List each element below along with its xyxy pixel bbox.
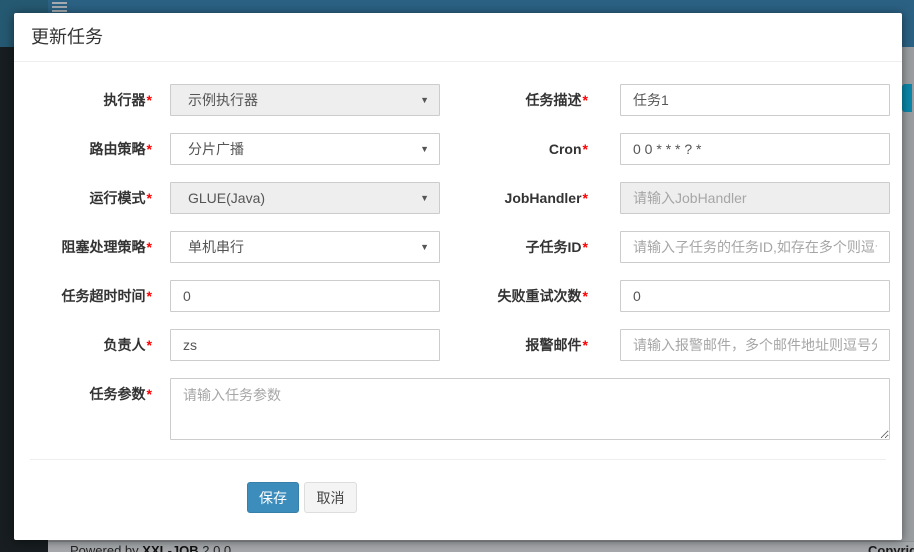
job-param-label: 任务参数* xyxy=(14,378,152,410)
child-jobid-input[interactable] xyxy=(620,231,890,263)
cron-input[interactable] xyxy=(620,133,890,165)
executor-label: 执行器* xyxy=(14,84,152,116)
timeout-label: 任务超时时间* xyxy=(14,280,152,312)
modal-header: 更新任务 xyxy=(14,13,902,62)
cron-label: Cron* xyxy=(388,133,588,165)
job-handler-label: JobHandler* xyxy=(388,182,588,214)
powered-by-text: Powered by XXL-JOB 2.0.0 xyxy=(70,543,231,552)
brand-name: XXL-JOB xyxy=(142,543,198,552)
author-label: 负责人* xyxy=(14,329,152,361)
glue-type-label: 运行模式* xyxy=(14,182,152,214)
fail-retry-label: 失败重试次数* xyxy=(388,280,588,312)
save-button[interactable]: 保存 xyxy=(247,482,299,513)
alarm-email-input[interactable] xyxy=(620,329,890,361)
route-strategy-label: 路由策略* xyxy=(14,133,152,165)
update-job-modal: 更新任务 执行器* 示例执行器 ▼ 任务描述* 路由策略* 分片广播 ▼ Cro… xyxy=(14,13,902,540)
footer-divider xyxy=(30,459,886,460)
copyright-text: Copyright © 2 xyxy=(868,543,914,552)
cancel-button[interactable]: 取消 xyxy=(304,482,357,513)
sidebar-toggle-button xyxy=(52,2,67,12)
page-footer: Powered by XXL-JOB 2.0.0 Copyright © 2 xyxy=(48,541,914,552)
child-jobid-label: 子任务ID* xyxy=(388,231,588,263)
version-text: 2.0.0 xyxy=(202,543,231,552)
job-desc-input[interactable] xyxy=(620,84,890,116)
app-screen: Powered by XXL-JOB 2.0.0 Copyright © 2 更… xyxy=(0,0,914,552)
job-param-textarea[interactable] xyxy=(170,378,890,440)
job-desc-label: 任务描述* xyxy=(388,84,588,116)
block-strategy-label: 阻塞处理策略* xyxy=(14,231,152,263)
modal-title: 更新任务 xyxy=(31,13,103,62)
alarm-email-label: 报警邮件* xyxy=(388,329,588,361)
fail-retry-input[interactable] xyxy=(620,280,890,312)
job-handler-input xyxy=(620,182,890,214)
background-button-edge xyxy=(902,84,912,112)
